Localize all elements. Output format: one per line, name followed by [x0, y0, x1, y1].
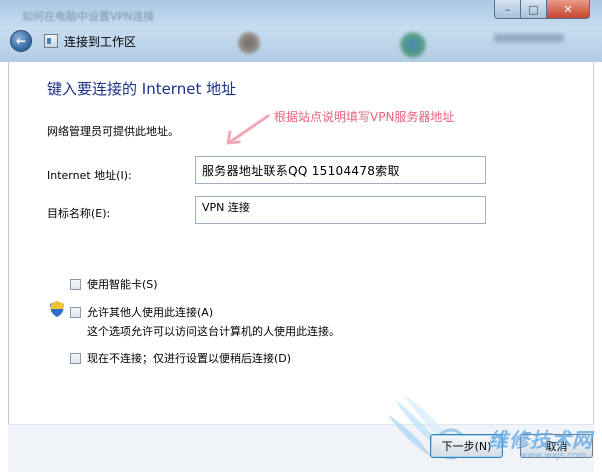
back-button[interactable]: ←: [10, 30, 32, 52]
watermark-url: www.wxjs.com: [520, 451, 587, 461]
allow-others-option[interactable]: 允许其他人使用此连接(A): [70, 304, 213, 320]
window-controls: – □ ✕: [494, 0, 590, 19]
allow-others-label: 允许其他人使用此连接(A): [87, 306, 214, 319]
allow-others-checkbox[interactable]: [70, 306, 81, 318]
wizard-title: 连接到工作区: [64, 35, 137, 49]
back-arrow-icon: ←: [15, 34, 27, 48]
uac-shield-icon: [50, 301, 64, 317]
connect-later-checkbox[interactable]: [70, 352, 81, 364]
smart-card-label: 使用智能卡(S): [87, 278, 158, 291]
destination-name-label: 目标名称(E):: [47, 207, 111, 220]
blurred-background-icon: [238, 32, 260, 54]
page-heading: 键入要连接的 Internet 地址: [47, 80, 237, 98]
watermark-text: 维修技术网: [488, 428, 593, 452]
maximize-button[interactable]: □: [520, 0, 546, 19]
minimize-button[interactable]: –: [494, 0, 520, 19]
connect-later-option[interactable]: 现在不连接；仅进行设置以便稍后连接(D): [70, 350, 291, 366]
network-connection-icon: [44, 34, 58, 48]
blurred-globe-icon: [400, 32, 426, 58]
window-title: 如何在电脑中设置VPN连接: [22, 10, 155, 23]
smart-card-option[interactable]: 使用智能卡(S): [70, 276, 158, 292]
blurred-background-text: [494, 34, 564, 42]
window-title-bar: 如何在电脑中设置VPN连接 – □ ✕ ← 连接到工作区: [0, 0, 602, 62]
internet-address-label: Internet 地址(I):: [47, 169, 132, 182]
annotation-arrow-icon: [226, 114, 270, 145]
destination-name-input[interactable]: [195, 196, 486, 224]
allow-others-description: 这个选项允许可以访问这台计算机的人使用此连接。: [87, 325, 340, 338]
connect-later-label: 现在不连接；仅进行设置以便稍后连接(D): [87, 352, 292, 365]
annotation-text: 根据站点说明填写VPN服务器地址: [274, 110, 455, 124]
intro-text: 网络管理员可提供此地址。: [47, 125, 179, 138]
internet-address-input[interactable]: [195, 156, 486, 184]
close-button[interactable]: ✕: [546, 0, 590, 19]
smart-card-checkbox[interactable]: [70, 278, 81, 290]
